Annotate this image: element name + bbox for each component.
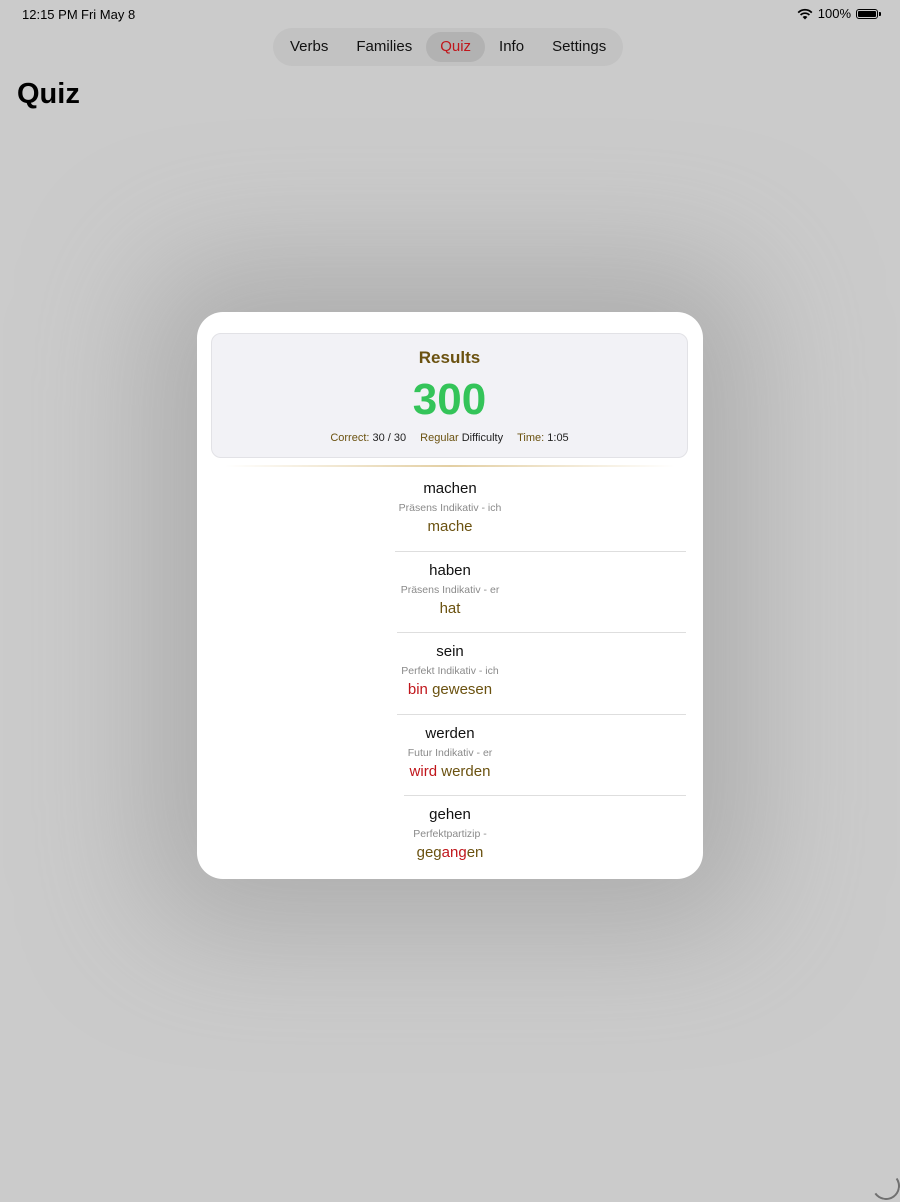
answer-segment-wrong: ang [441,844,467,861]
verb-answer: gegangen [197,844,703,861]
verb-infinitive: haben [429,561,471,579]
list-item[interactable]: sein Perfekt Indikativ - ich bin gewesen [197,633,703,715]
answer-segment-wrong: wird [409,762,438,780]
results-stats: Correct: 30 / 30 Regular Difficulty Time… [212,432,687,444]
verb-form: Futur Indikativ - er [407,746,493,759]
status-right: 100% [797,6,881,21]
answer-segment: werden [437,762,491,780]
tab-bar: Verbs Families Quiz Info Settings [273,28,624,66]
list-item[interactable]: werden Futur Indikativ - er wird werden [197,715,703,796]
answer-segment: geg [416,844,442,861]
separator-glow [225,465,675,467]
correct-stat: Correct: 30 / 30 [330,432,406,444]
list-item[interactable]: haben Präsens Indikativ - er hat [197,552,703,633]
list-item[interactable]: machen Präsens Indikativ - ich mache [197,470,703,552]
time-value: 1:05 [547,432,569,444]
correct-value: 30 / 30 [372,432,407,444]
difficulty-stat: Regular Difficulty [420,432,503,444]
tab-verbs[interactable]: Verbs [276,32,342,62]
wifi-icon [797,8,813,19]
score-value: 300 [412,375,487,424]
answer-segment: hat [439,599,461,617]
verb-form: Präsens Indikativ - ich [398,502,502,514]
answer-segment-wrong: bin [407,681,428,698]
page-title: Quiz [17,78,80,110]
results-card: Results 300 Correct: 30 / 30 Regular Dif… [211,333,688,458]
results-modal: Results 300 Correct: 30 / 30 Regular Dif… [197,312,703,879]
correct-label: Correct: [330,432,370,444]
time-label: Time: [517,432,545,444]
answer-segment: en [466,844,484,861]
verb-infinitive: gehen [429,806,471,823]
verb-answer: wird werden [197,763,703,780]
verb-answer: mache [197,518,703,535]
tab-info[interactable]: Info [485,32,538,62]
activity-spinner-icon [869,1169,900,1202]
verb-form: Perfektpartizip - [413,828,487,840]
status-date: Fri May 8 [81,7,136,22]
verb-infinitive: sein [436,643,464,660]
time-stat: Time: 1:05 [517,432,569,444]
answer-list: machen Präsens Indikativ - ich mache hab… [197,470,703,878]
list-item[interactable]: gehen Perfektpartizip - gegangen [197,796,703,878]
verb-answer: bin gewesen [197,681,703,698]
verb-form: Präsens Indikativ - er [400,583,500,596]
battery-icon [856,8,881,19]
tab-settings[interactable]: Settings [538,32,620,62]
status-bar: 12:15 PM Fri May 8 100% [0,0,900,28]
results-title: Results [418,348,481,367]
verb-infinitive: machen [423,480,477,497]
verb-infinitive: werden [425,724,475,742]
answer-segment: gewesen [427,681,493,698]
answer-segment: mache [427,518,473,535]
difficulty-label: Difficulty [461,432,504,444]
tab-families[interactable]: Families [342,32,426,62]
difficulty-level: Regular [420,432,459,444]
tab-quiz[interactable]: Quiz [426,32,486,62]
status-time: 12:15 PM [22,7,78,22]
verb-form: Perfekt Indikativ - ich [401,665,499,677]
battery-percent: 100% [817,6,851,21]
verb-answer: hat [197,600,703,617]
